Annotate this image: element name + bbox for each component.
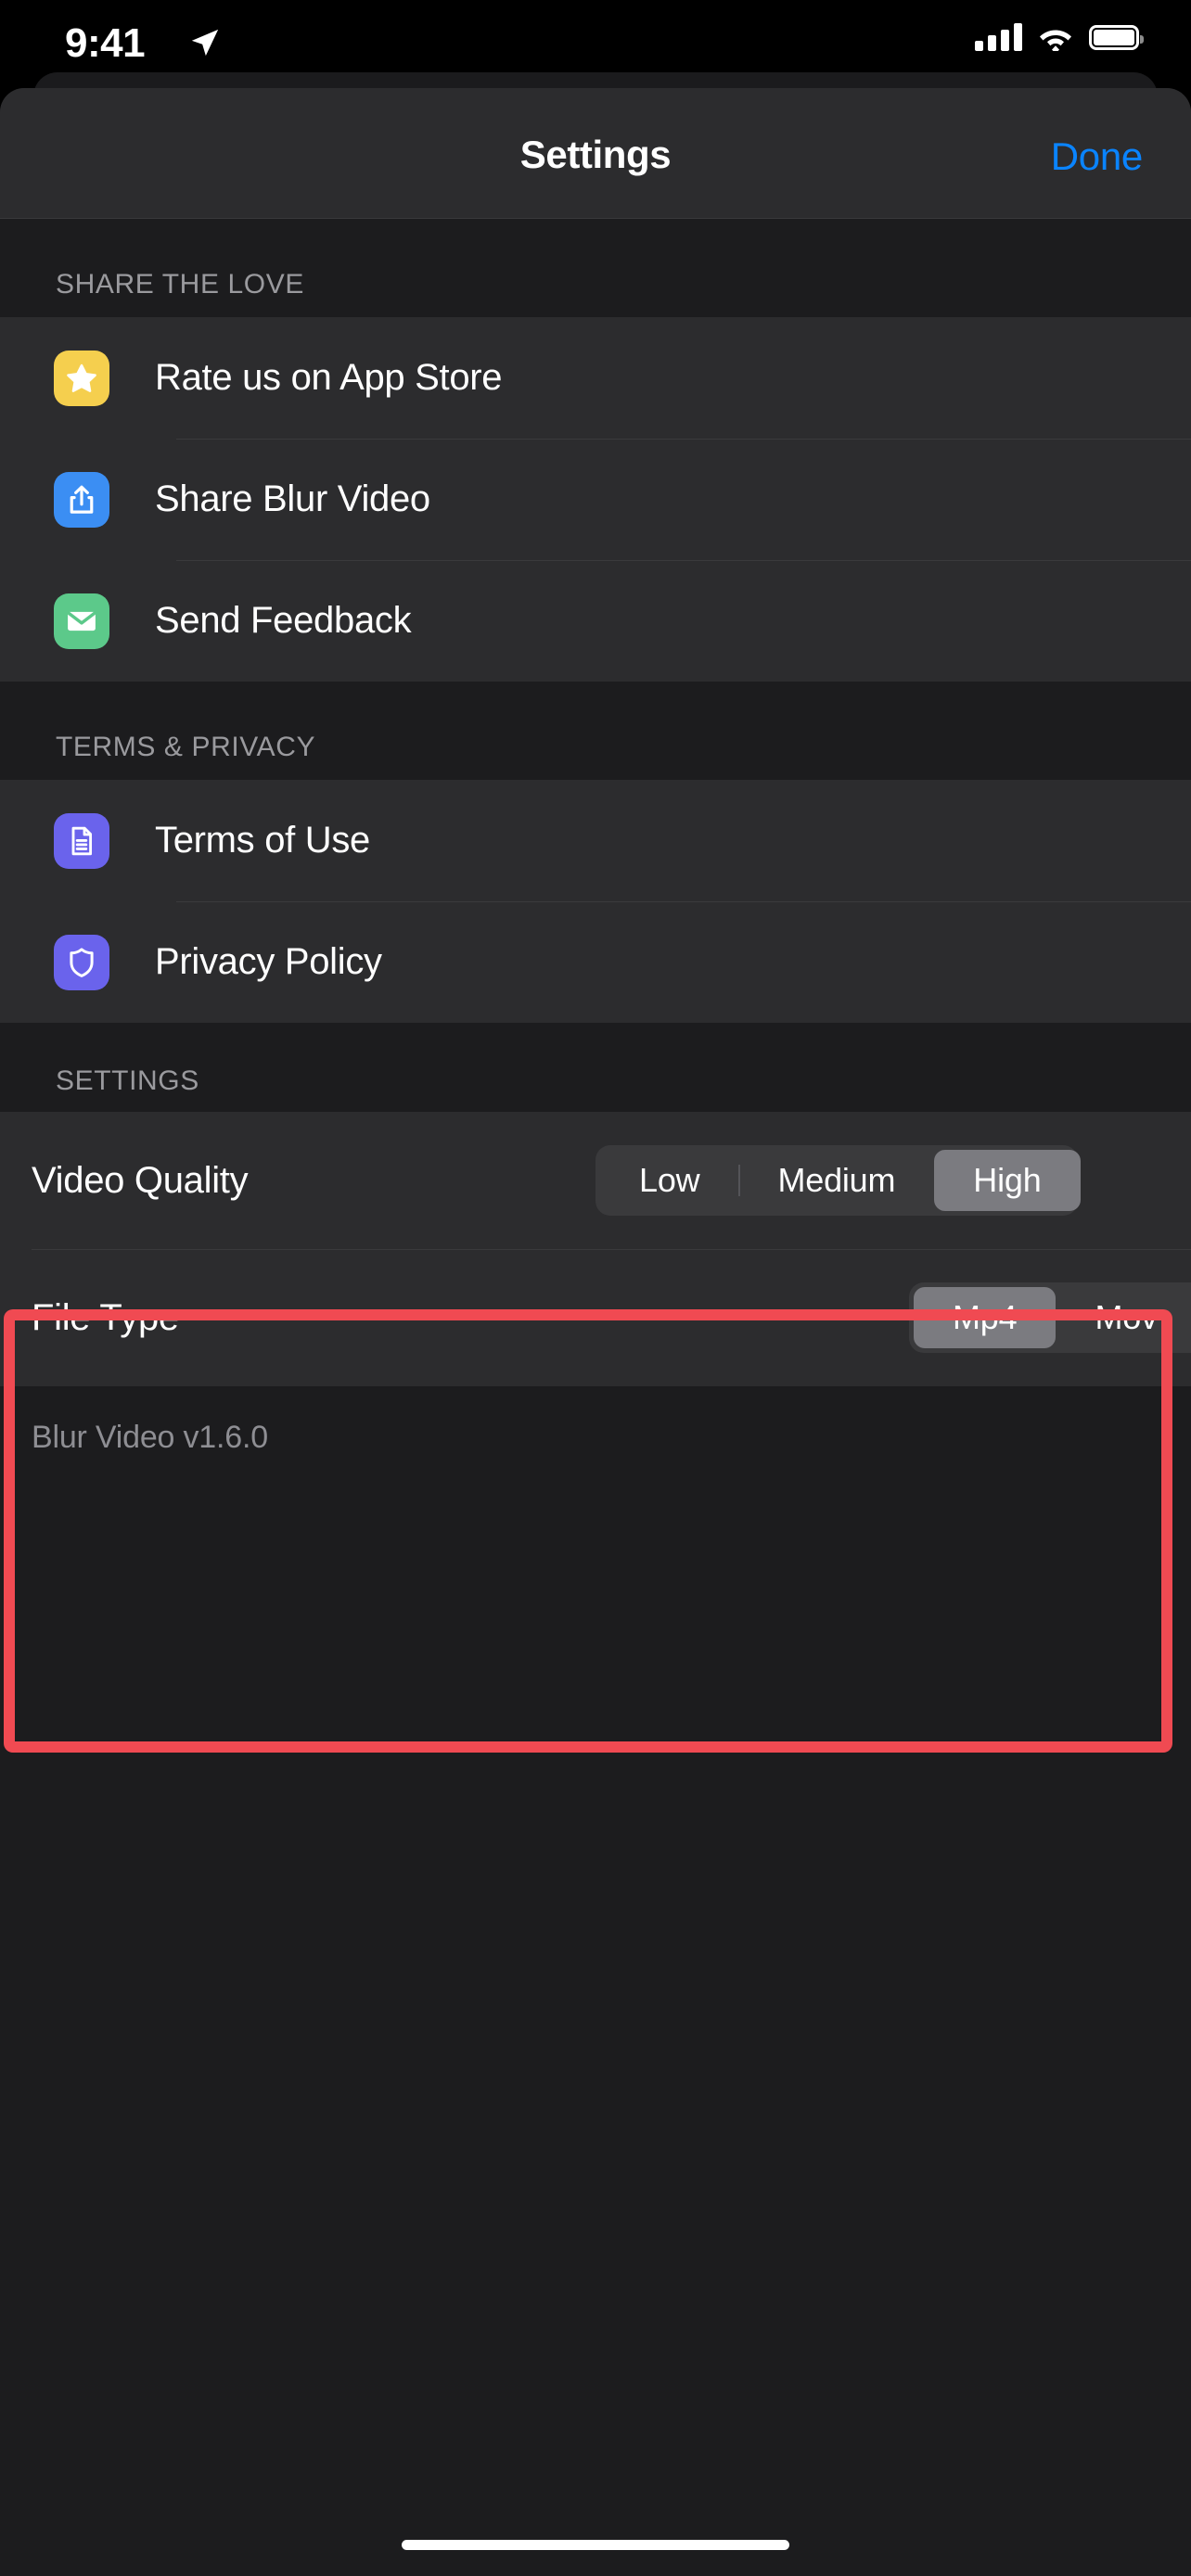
list-item-label: Share Blur Video xyxy=(155,478,430,519)
video-quality-option-medium[interactable]: Medium xyxy=(738,1150,934,1211)
status-bar-indicators xyxy=(975,23,1144,51)
video-quality-segmented-control[interactable]: Low Medium High xyxy=(596,1145,1081,1216)
phone-screen: 9:41 Settings Done SHARE THE LOVE Rate u… xyxy=(0,0,1191,2576)
section-header-share-the-love: SHARE THE LOVE xyxy=(0,219,1191,317)
battery-full-icon xyxy=(1089,24,1144,50)
section-settings: SETTINGS Video Quality Low Medium High F… xyxy=(0,1023,1191,1488)
section-share-the-love: Rate us on App Store Share Blur Video Se… xyxy=(0,317,1191,682)
share-icon xyxy=(54,471,109,528)
video-quality-option-low[interactable]: Low xyxy=(600,1150,738,1211)
star-icon xyxy=(54,350,109,406)
list-item-label: Send Feedback xyxy=(155,600,412,641)
wifi-icon xyxy=(1040,30,1071,51)
file-type-option-mp4[interactable]: Mp4 xyxy=(914,1287,1057,1348)
sheet-backdrop-bottom xyxy=(0,1845,1191,2576)
app-version-footer: Blur Video v1.6.0 xyxy=(0,1386,1191,1488)
document-icon xyxy=(54,812,109,869)
file-type-label: File Type xyxy=(32,1296,179,1338)
status-bar-time: 9:41 xyxy=(65,20,146,66)
location-arrow-icon xyxy=(191,29,219,57)
list-item-label: Rate us on App Store xyxy=(155,357,503,398)
shield-icon xyxy=(54,934,109,990)
setting-row-file-type: File Type Mp4 Mov xyxy=(0,1249,1191,1386)
video-quality-option-high[interactable]: High xyxy=(934,1150,1081,1211)
list-item-label: Terms of Use xyxy=(155,820,371,861)
list-item-label: Privacy Policy xyxy=(155,941,382,982)
cellular-signal-icon xyxy=(975,23,1022,51)
done-button[interactable]: Done xyxy=(1051,134,1144,179)
list-item-send-feedback[interactable]: Send Feedback xyxy=(0,560,1191,682)
sheet-navigation-bar: Settings Done xyxy=(0,88,1191,219)
section-header-settings: SETTINGS xyxy=(0,1023,1191,1112)
settings-sheet: Settings Done SHARE THE LOVE Rate us on … xyxy=(0,88,1191,1845)
page-title: Settings xyxy=(519,133,672,176)
file-type-option-mov[interactable]: Mov xyxy=(1056,1287,1191,1348)
list-item-privacy-policy[interactable]: Privacy Policy xyxy=(0,901,1191,1023)
envelope-icon xyxy=(54,593,109,649)
list-item-rate-us[interactable]: Rate us on App Store xyxy=(0,317,1191,439)
video-quality-label: Video Quality xyxy=(32,1159,249,1201)
section-terms-privacy: Terms of Use Privacy Policy xyxy=(0,780,1191,1023)
list-item-terms-of-use[interactable]: Terms of Use xyxy=(0,780,1191,901)
home-indicator[interactable] xyxy=(402,2540,789,2550)
file-type-segmented-control[interactable]: Mp4 Mov xyxy=(909,1282,1191,1353)
list-item-share-blur-video[interactable]: Share Blur Video xyxy=(0,439,1191,560)
section-header-terms-privacy: TERMS & PRIVACY xyxy=(0,682,1191,780)
setting-row-video-quality: Video Quality Low Medium High xyxy=(0,1112,1191,1249)
